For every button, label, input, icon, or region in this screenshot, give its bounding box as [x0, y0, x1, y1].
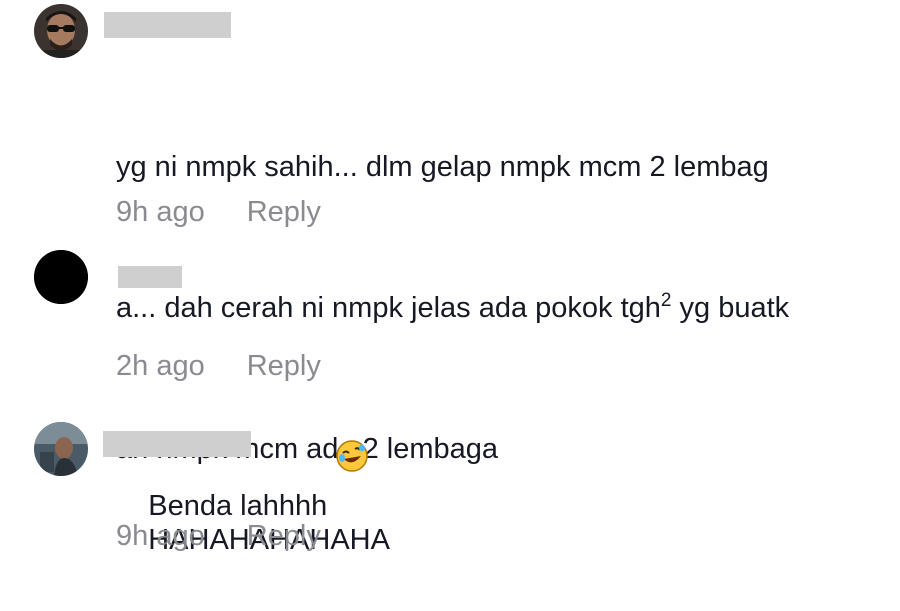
comment-item: yg ni nmpk sahih... dlm gelap nmpk mcm 2… — [0, 0, 900, 465]
timestamp: 9h ago — [116, 196, 205, 228]
user-avatar[interactable] — [34, 4, 88, 58]
comment-meta: 9h ago Reply — [116, 520, 321, 553]
user-avatar[interactable] — [34, 422, 88, 476]
rolling-on-floor-laughing-emoji — [335, 345, 369, 472]
avatar-image — [34, 422, 88, 476]
timestamp: 9h ago — [116, 520, 205, 552]
username-redacted[interactable] — [104, 12, 231, 38]
user-avatar[interactable] — [34, 250, 88, 304]
username-redacted[interactable] — [103, 431, 251, 457]
comment-meta: 9h ago Reply — [116, 196, 321, 229]
comment-text-line: yg ni nmpk sahih... dlm gelap nmpk mcm 2… — [116, 151, 769, 183]
reply-button[interactable]: Reply — [247, 196, 321, 228]
username-redacted[interactable] — [118, 266, 182, 288]
timestamp: 2h ago — [116, 350, 205, 382]
reply-button[interactable]: Reply — [247, 520, 321, 552]
comment-item: HAHAHAHAHAHA 9h ago Reply — [0, 410, 900, 572]
comment-meta: 2h ago Reply — [116, 350, 321, 383]
avatar-image — [34, 250, 88, 304]
reply-button[interactable]: Reply — [247, 350, 321, 382]
comment-item: Benda lahhhh 2h ago Reply — [0, 240, 900, 522]
avatar-image — [34, 4, 88, 58]
